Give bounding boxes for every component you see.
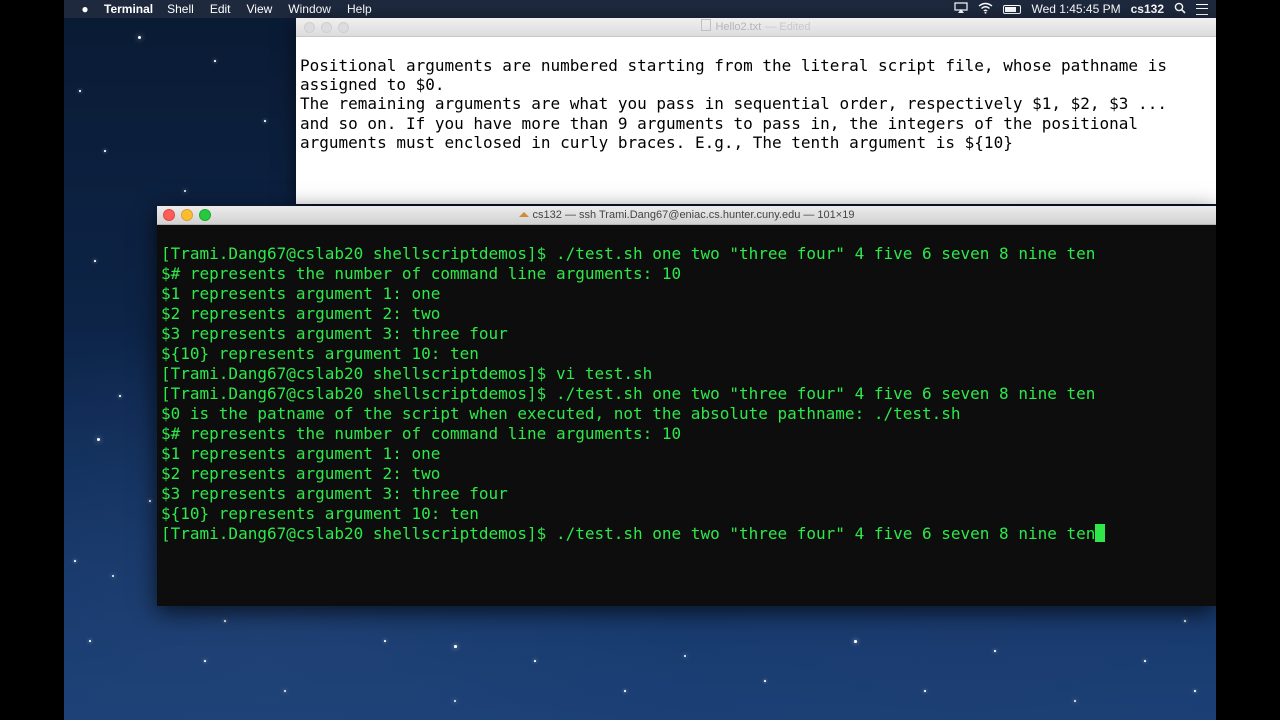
terminal-close-button[interactable]	[163, 209, 175, 221]
terminal-line: [Trami.Dang67@cslab20 shellscriptdemos]$…	[161, 244, 1216, 264]
terminal-line-text: $# represents the number of command line…	[161, 424, 682, 443]
star	[454, 700, 456, 702]
star	[97, 438, 100, 441]
terminal-line: $1 represents argument 1: one	[161, 284, 1216, 304]
terminal-line-text: ${10} represents argument 10: ten	[161, 344, 479, 363]
star	[684, 655, 686, 657]
star	[624, 690, 626, 692]
battery-icon[interactable]	[1003, 4, 1022, 14]
star	[284, 690, 286, 692]
menu-edit[interactable]: Edit	[210, 2, 231, 16]
terminal-line: ${10} represents argument 10: ten	[161, 504, 1216, 524]
terminal-line-text: $1 represents argument 1: one	[161, 284, 441, 303]
terminal-titlebar[interactable]: cs132 — ssh Trami.Dang67@eniac.cs.hunter…	[157, 206, 1216, 225]
star	[89, 640, 91, 642]
star	[214, 60, 216, 62]
terminal-line-text: ${10} represents argument 10: ten	[161, 504, 479, 523]
app-menu-terminal[interactable]: Terminal	[104, 2, 153, 16]
textedit-title: Hello2.txt	[715, 21, 762, 33]
terminal-minimize-button[interactable]	[181, 209, 193, 221]
terminal-line: [Trami.Dang67@cslab20 shellscriptdemos]$…	[161, 524, 1216, 544]
textedit-document[interactable]: Positional arguments are numbered starti…	[300, 56, 1212, 152]
star	[994, 650, 996, 652]
terminal-line-text: $3 represents argument 3: three four	[161, 484, 508, 503]
star	[149, 500, 151, 502]
star	[119, 395, 121, 397]
star	[184, 190, 186, 192]
textedit-window[interactable]: Hello2.txt — Edited Positional arguments …	[296, 18, 1216, 204]
star	[138, 36, 141, 39]
document-line: assigned to $0.	[300, 75, 445, 95]
document-icon	[701, 19, 712, 31]
star	[764, 680, 766, 682]
terminal-line: $3 represents argument 3: three four	[161, 484, 1216, 504]
star	[534, 660, 536, 662]
terminal-zoom-button[interactable]	[199, 209, 211, 221]
terminal-line: $0 is the patname of the script when exe…	[161, 404, 1216, 424]
document-line: arguments must enclosed in curly braces.…	[300, 132, 1013, 152]
terminal-window[interactable]: cs132 — ssh Trami.Dang67@eniac.cs.hunter…	[157, 206, 1216, 606]
star	[384, 640, 386, 642]
apple-menu-icon[interactable]: ●	[78, 2, 92, 16]
terminal-line-text: [Trami.Dang67@cslab20 shellscriptdemos]$…	[161, 524, 1096, 543]
menu-help[interactable]: Help	[347, 2, 372, 16]
terminal-line: $3 represents argument 3: three four	[161, 324, 1216, 344]
spotlight-search-icon[interactable]	[1174, 2, 1186, 17]
terminal-line: [Trami.Dang67@cslab20 shellscriptdemos]$…	[161, 364, 1216, 384]
document-line: and so on. If you have more than 9 argum…	[300, 113, 1139, 133]
terminal-line-text: [Trami.Dang67@cslab20 shellscriptdemos]$…	[161, 384, 1096, 403]
menubar-clock[interactable]: Wed 1:45:45 PM	[1031, 2, 1120, 16]
star	[924, 690, 926, 692]
star	[74, 560, 76, 562]
menubar-user[interactable]: cs132	[1131, 2, 1164, 16]
textedit-minimize-button[interactable]	[321, 22, 332, 33]
menu-window[interactable]: Window	[288, 2, 331, 16]
star	[1074, 700, 1076, 702]
wifi-icon[interactable]	[978, 2, 993, 17]
terminal-line: $2 represents argument 2: two	[161, 304, 1216, 324]
textedit-zoom-button[interactable]	[338, 22, 349, 33]
terminal-line-text: $2 represents argument 2: two	[161, 304, 441, 323]
terminal-line-text: $2 represents argument 2: two	[161, 464, 441, 483]
star	[224, 620, 226, 622]
textedit-close-button[interactable]	[304, 22, 315, 33]
menu-shell[interactable]: Shell	[167, 2, 194, 16]
menu-bar: ● Terminal Shell Edit View Window Help W…	[64, 0, 1216, 18]
terminal-line-text: [Trami.Dang67@cslab20 shellscriptdemos]$…	[161, 364, 653, 383]
terminal-cursor	[1095, 524, 1106, 542]
star	[79, 90, 81, 92]
terminal-line: $1 represents argument 1: one	[161, 444, 1216, 464]
star	[1144, 660, 1146, 662]
document-line: Positional arguments are numbered starti…	[300, 56, 1167, 75]
terminal-line-text: [Trami.Dang67@cslab20 shellscriptdemos]$…	[161, 244, 1096, 263]
terminal-line: [Trami.Dang67@cslab20 shellscriptdemos]$…	[161, 384, 1216, 404]
document-line: The remaining arguments are what you pas…	[300, 94, 1167, 114]
star	[94, 260, 96, 262]
terminal-line: $# represents the number of command line…	[161, 264, 1216, 284]
airplay-icon[interactable]	[954, 1, 969, 17]
desktop: ● Terminal Shell Edit View Window Help W…	[64, 0, 1216, 720]
star	[204, 660, 206, 662]
textedit-titlebar[interactable]: Hello2.txt — Edited	[296, 18, 1216, 37]
terminal-output[interactable]: [Trami.Dang67@cslab20 shellscriptdemos]$…	[161, 244, 1216, 544]
terminal-line: ${10} represents argument 10: ten	[161, 344, 1216, 364]
terminal-line: $# represents the number of command line…	[161, 424, 1216, 444]
edited-status[interactable]: — Edited	[765, 21, 810, 33]
star	[454, 645, 457, 648]
notification-center-icon[interactable]	[1196, 3, 1208, 15]
terminal-line-text: $1 represents argument 1: one	[161, 444, 441, 463]
terminal-line: $2 represents argument 2: two	[161, 464, 1216, 484]
star	[264, 120, 266, 122]
star	[1184, 620, 1186, 622]
menu-view[interactable]: View	[247, 2, 273, 16]
terminal-line-text: $# represents the number of command line…	[161, 264, 682, 283]
terminal-line-text: $0 is the patname of the script when exe…	[161, 404, 961, 423]
terminal-title: cs132 — ssh Trami.Dang67@eniac.cs.hunter…	[532, 209, 855, 221]
terminal-line-text: $3 represents argument 3: three four	[161, 324, 508, 343]
star	[112, 575, 114, 577]
star	[104, 150, 106, 152]
star	[854, 640, 857, 643]
home-icon	[518, 212, 529, 217]
star	[1194, 690, 1196, 692]
